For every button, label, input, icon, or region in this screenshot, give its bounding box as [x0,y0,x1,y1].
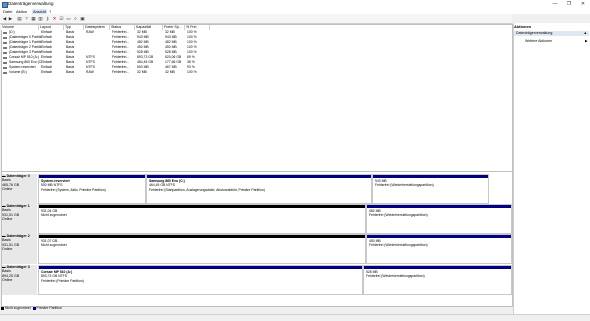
col-header-percent-free[interactable]: % Frei [185,24,210,30]
col-header-capacity[interactable]: Kapazität [135,24,163,30]
actions-section-disk-management[interactable]: Datenträgerverwaltung ▲ [514,31,589,36]
actions-pane [513,23,590,314]
disk-label[interactable]: ▬ Datenträger 2 Basis 931,51 GB Online [2,234,37,264]
partition-status: Fehlerfrei (Primäre Partition) [41,278,84,283]
partition-status: Fehlerfrei (Startpartition, Auslagerungs… [149,187,265,192]
col-header-free[interactable]: Freier Sp... [163,24,185,30]
table-cell: Fehlerfrei... [112,70,130,74]
partition-bar [39,266,362,269]
back-icon[interactable]: ◀ [2,16,7,21]
col-header-volume[interactable]: Volume [1,24,39,30]
title-bar: Datenträgerverwaltung — ❐ ✕ [0,0,590,8]
partition-bar [147,175,371,178]
properties-icon[interactable]: ▦ [31,16,36,21]
folder-open-icon[interactable]: ▭ [66,16,71,21]
partition-status: Fehlerfrei (Wiederherstellungspartition) [375,183,434,188]
legend-unallocated: Nicht zugeordnet [5,306,31,310]
disk-status: Online [2,278,13,283]
volume-icon [3,61,7,64]
partition[interactable]: Samsung 860 Evo (C:) 464,45 GB NTFS Fehler… [146,174,372,204]
volume-icon [3,56,7,59]
partition-bar [39,235,365,238]
partition-bar [367,205,511,208]
unallocated-swatch [1,306,4,310]
actions-section-label: Datenträgerverwaltung [516,31,553,35]
volume-icon [3,41,7,44]
minimize-button[interactable]: — [548,0,562,8]
col-header-type[interactable]: Typ [64,24,84,30]
col-header-status[interactable]: Status [110,24,135,30]
more-actions-link[interactable]: Weitere Aktionen [525,39,552,43]
window-title: Datenträgerverwaltung [8,1,54,6]
table-cell: Volume (B:) [9,70,27,74]
partition-bar [367,235,511,238]
table-cell: Basis [66,70,75,74]
disk-status: Online [2,217,13,222]
table-row[interactable]: Volume (B:) Einfach Basis RAW Fehlerfrei... 3… [1,70,221,75]
volume-icon [3,66,7,69]
close-button[interactable]: ✕ [576,0,590,8]
disk-name: Datenträger 0 [6,174,30,178]
table-cell: RAW [86,70,94,74]
volume-icon [3,51,7,54]
legend-primary: Primäre Partition [36,306,62,310]
disk-label[interactable]: ▬ Datenträger 1 Basis 931,51 GB Online [2,204,37,234]
partition-status: Fehlerfrei (System, Aktiv, Primäre Parti… [41,187,106,192]
unallocated-space[interactable]: 931,07 GB Nicht zugeordnet [38,234,366,264]
partition-bar [373,175,488,178]
partition-status: Fehlerfrei (Wiederherstellungspartition) [369,243,428,248]
unallocated-space[interactable]: 931,04 GB Nicht zugeordnet [38,204,366,234]
partition[interactable]: Corsair MP 510 (A:) 893,73 GB NTFS Fehlerf… [38,265,363,295]
partition[interactable]: 943 MB Fehlerfrei (Wiederherstellungspart… [372,174,489,204]
partition-bar [39,175,145,178]
maximize-button[interactable]: ❐ [562,0,576,8]
partition[interactable]: 528 MB Fehlerfrei (Wiederherstellungspart… [363,265,512,295]
table-cell: 100 % [187,70,197,74]
disk-name: Datenträger 1 [6,204,30,208]
actions-header: Aktionen [514,24,532,29]
collapse-arrow-icon[interactable]: ▲ [583,31,587,36]
checkmark-icon[interactable]: ☑ [59,16,64,21]
legend: Nicht zugeordnet Primäre Partition [1,306,511,313]
chevron-right-icon: ▶ [585,38,588,43]
partition-status: Nicht zugeordnet [41,213,67,218]
delete-icon[interactable]: ✕ [52,16,57,21]
forward-icon[interactable]: ▶ [8,16,13,21]
partition[interactable]: 482 MB Fehlerfrei (Wiederherstellungspart… [366,204,512,234]
disk-label[interactable]: ▬ Datenträger 0 Basis 465,76 GB Online [2,174,37,204]
volume-icon [3,71,7,74]
partition-status: Nicht zugeordnet [41,243,67,248]
view-icon[interactable]: ▣ [80,16,85,21]
table-cell: 32 MB [165,70,175,74]
partition[interactable]: 450 MB Fehlerfrei (Wiederherstellungspart… [366,234,512,264]
console-tree-icon[interactable]: ▤ [17,16,22,21]
volume-icon [3,31,7,34]
partition-bar [39,205,365,208]
disk-name: Datenträger 3 [6,265,30,269]
table-cell: 32 MB [137,70,147,74]
key-icon[interactable]: ⚷ [45,16,50,21]
volume-icon [3,46,7,49]
partition-bar [364,266,511,269]
refresh-list-icon[interactable]: ▥ [38,16,43,21]
disk-status: Online [2,187,13,192]
partition-status: Fehlerfrei (Wiederherstellungspartition) [366,274,425,279]
disk-label[interactable]: ▬ Datenträger 3 Basis 894,25 GB Online [2,265,37,295]
help-icon[interactable]: ? [24,16,29,21]
volume-icon [3,36,7,39]
disk-status: Online [2,247,13,252]
table-cell: Einfach [41,70,53,74]
disk-name: Datenträger 2 [6,234,30,238]
col-header-filesystem[interactable]: Dateisystem [84,24,110,30]
col-header-layout[interactable]: Layout [39,24,64,30]
primary-swatch [32,306,36,310]
search-icon[interactable]: ⌕ [73,16,78,21]
partition[interactable]: System-reserviert 500 MB NTFS Fehlerfrei (… [38,174,146,204]
partition-status: Fehlerfrei (Wiederherstellungspartition) [369,213,428,218]
